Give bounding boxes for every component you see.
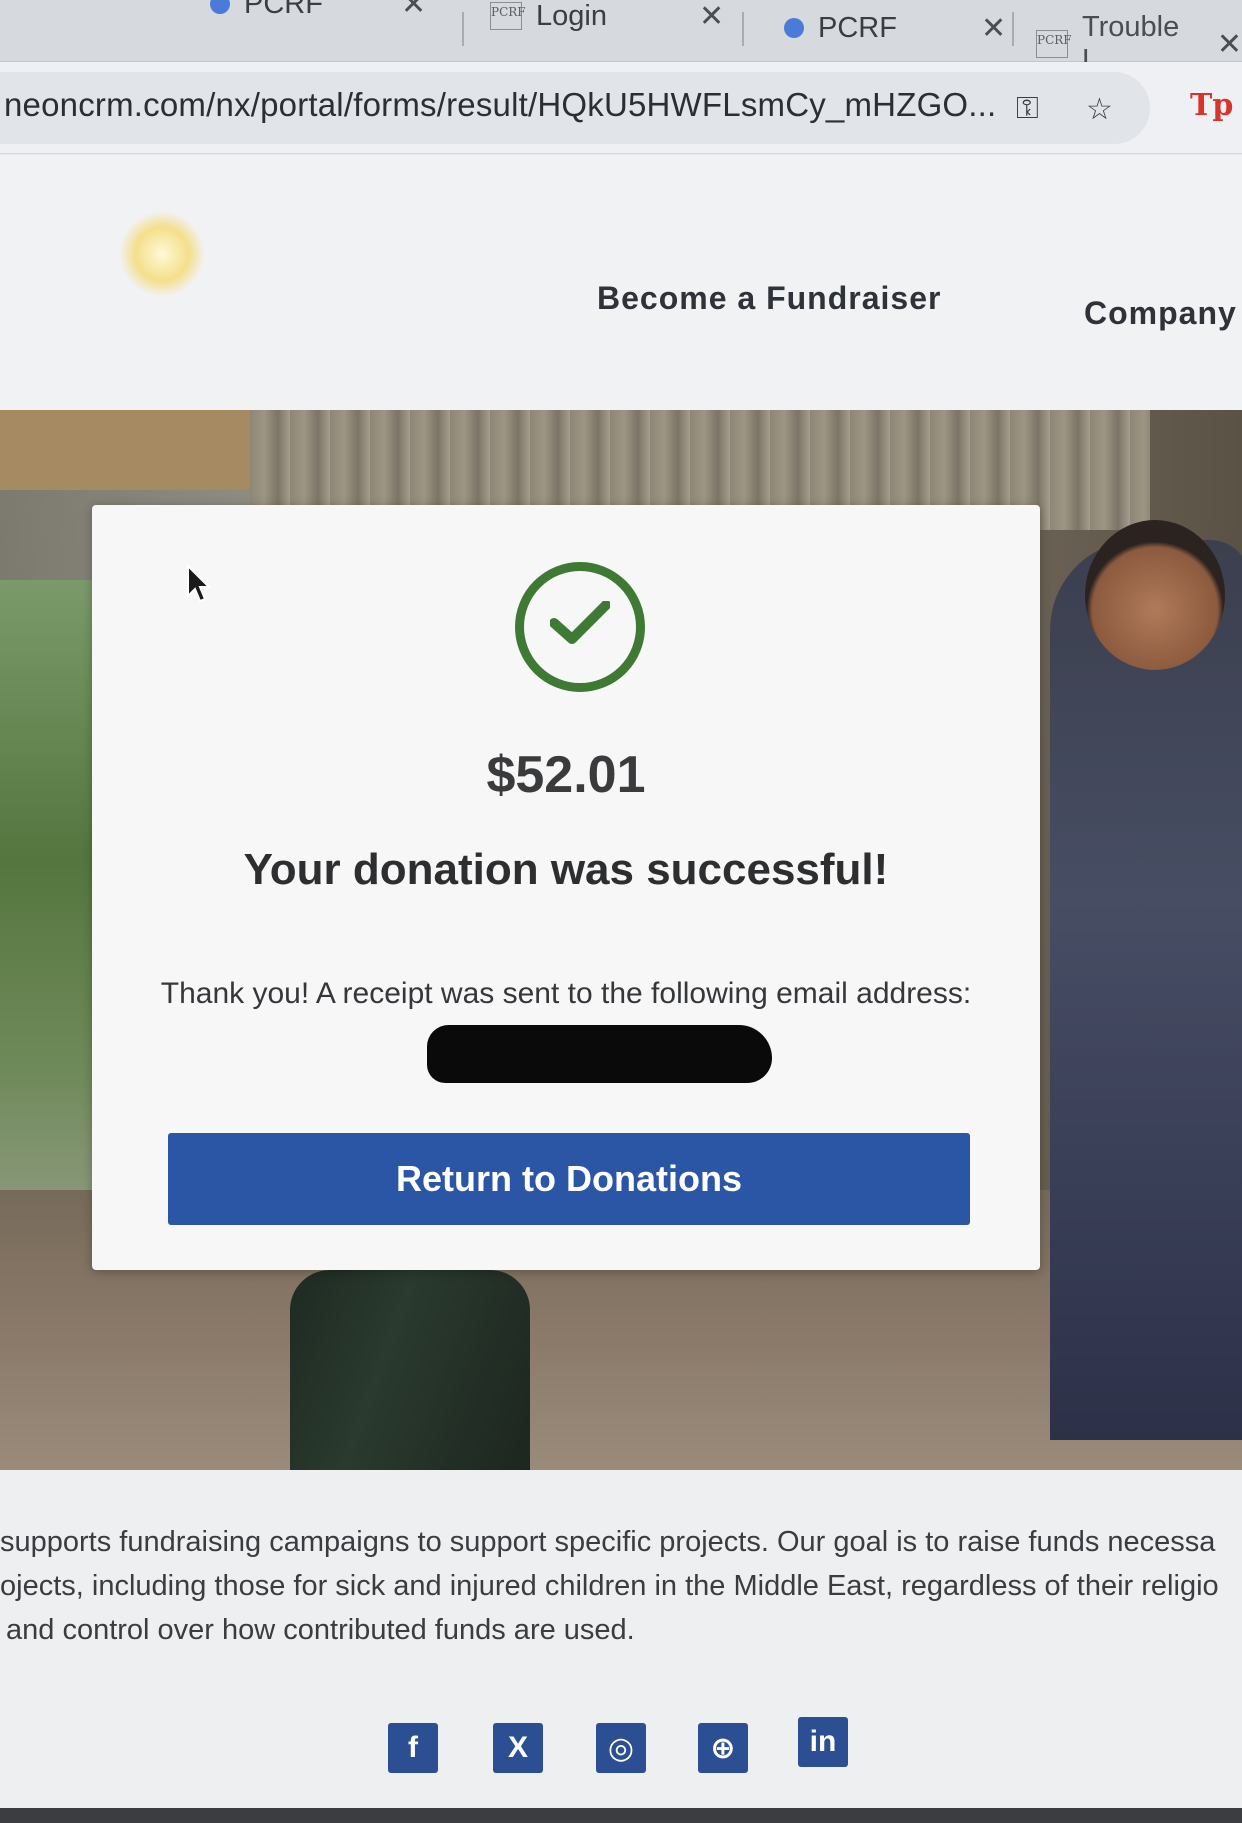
donation-result-card: $52.01 Your donation was successful! Tha… [92,505,1040,1270]
address-bar[interactable]: neoncrm.com/nx/portal/forms/result/HQkU5… [0,72,1150,144]
return-to-donations-button[interactable]: Return to Donations [168,1133,970,1225]
mouse-cursor-icon [187,564,212,603]
pcrf-logo-icon: PCRF [1036,30,1072,58]
photo-child-head [1085,520,1225,670]
close-icon[interactable]: ✕ [981,11,1006,46]
tab-separator [462,12,464,46]
nav-company[interactable]: Company N [1084,295,1242,332]
close-icon[interactable]: ✕ [699,0,724,34]
bookmark-star-icon[interactable]: ☆ [1086,92,1113,127]
tab-separator [1012,12,1014,46]
about-line: supports fundraising campaigns to suppor… [0,1526,1216,1558]
tab-title: PCRF [244,0,323,20]
donation-amount: $52.01 [486,746,646,804]
x-icon[interactable]: X [493,1723,543,1773]
linkedin-icon[interactable]: in [798,1717,848,1767]
success-heading: Your donation was successful! [243,845,889,894]
screen: PCRF ✕ PCRF Login ✕ PCRF ✕ PCRF Trouble … [0,0,1242,1823]
tab-title: PCRF [818,11,897,44]
key-icon[interactable]: ⚿ [1016,92,1039,126]
receipt-message: Thank you! A receipt was sent to the fol… [160,977,972,1010]
tab-title: Login [536,0,607,32]
photo-roof [0,410,260,490]
close-icon[interactable]: ✕ [401,0,426,22]
about-text: supports fundraising campaigns to suppor… [0,1520,1242,1652]
tab-pcrf-1[interactable]: PCRF ✕ [210,0,426,32]
tab-pcrf-2[interactable]: PCRF ✕ [784,0,1006,56]
about-line: and control over how contributed funds a… [6,1614,635,1646]
site-footer: supports fundraising campaigns to suppor… [0,1470,1242,1823]
url-text[interactable]: neoncrm.com/nx/portal/forms/result/HQkU5… [4,86,996,124]
success-check-icon [515,562,645,692]
pcrf-logo-icon: PCRF [490,2,526,30]
browser-tab-strip: PCRF ✕ PCRF Login ✕ PCRF ✕ PCRF Trouble … [0,0,1242,76]
bottom-bar [0,1808,1242,1823]
nav-become-fundraiser[interactable]: Become a Fundraiser [597,280,941,317]
photo-child [1050,540,1242,1440]
about-line: ojects, including those for sick and inj… [0,1570,1219,1602]
website-icon[interactable]: ⊕ [698,1723,748,1773]
tab-separator [742,12,744,46]
browser-toolbar: neoncrm.com/nx/portal/forms/result/HQkU5… [0,62,1242,154]
photo-child-legs [290,1270,530,1470]
close-icon[interactable]: ✕ [1217,27,1242,62]
screen-glare [120,212,204,296]
redacted-email [427,1025,772,1083]
tab-login[interactable]: PCRF Login ✕ [490,0,724,44]
facebook-icon[interactable]: f [388,1723,438,1773]
instagram-icon[interactable]: ◎ [596,1723,646,1773]
extension-tp-icon[interactable]: Tp [1190,88,1233,123]
dot-icon [784,18,804,38]
dot-icon [210,0,230,14]
